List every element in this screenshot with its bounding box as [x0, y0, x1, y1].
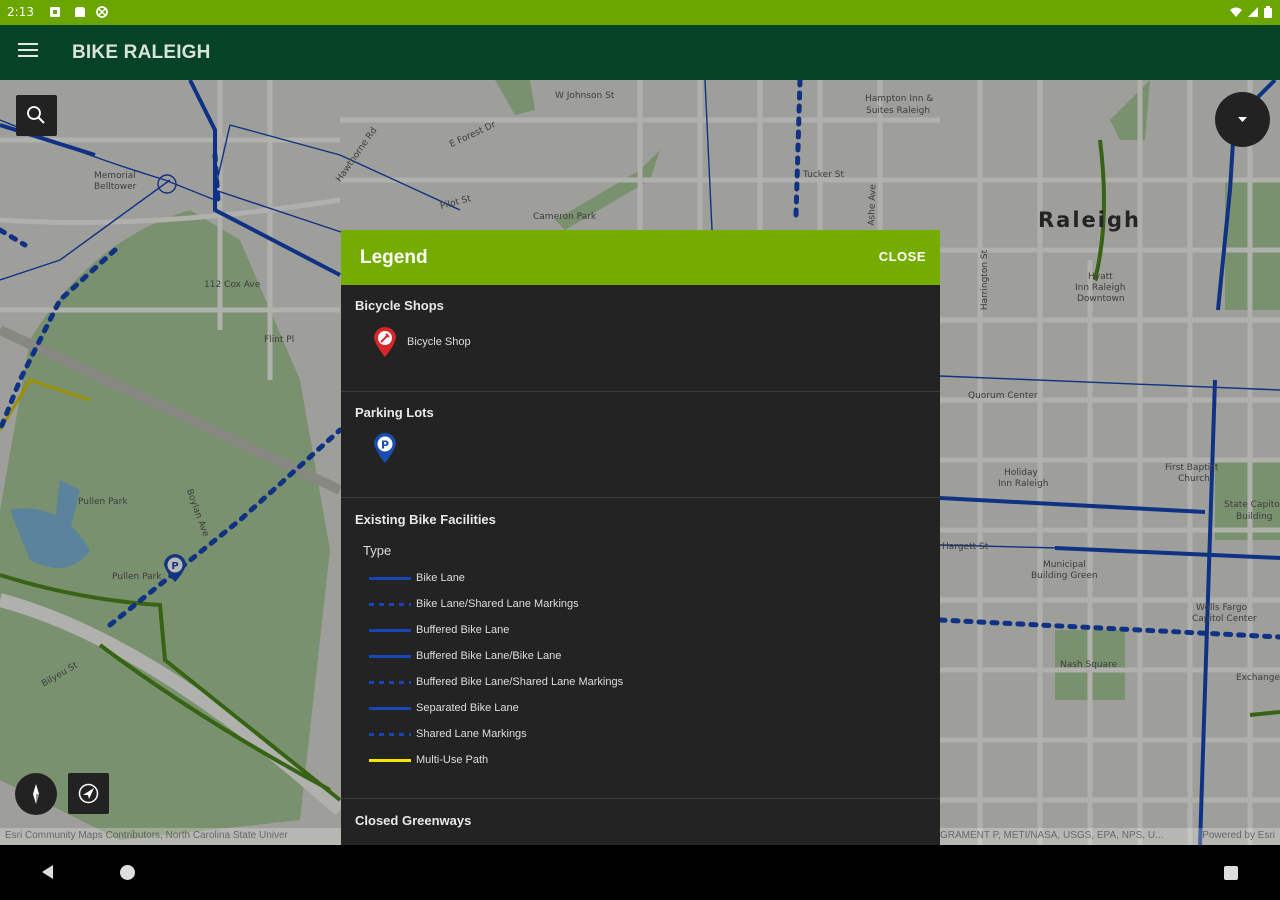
system-nav-bar	[0, 845, 1280, 900]
status-bar: 2:13	[0, 0, 1280, 25]
legend-item-label: Shared Lane Markings	[416, 728, 527, 740]
legend-item-label: Buffered Bike Lane/Shared Lane Markings	[416, 676, 624, 688]
locate-me-button[interactable]	[68, 773, 109, 814]
sync-disabled-icon	[96, 6, 108, 18]
legend-item-label: Bike Lane	[416, 572, 465, 584]
legend-section-closed-greenways: Closed Greenways	[341, 799, 940, 845]
line-swatch	[369, 733, 411, 736]
legend-section-existing-bike-facilities: Existing Bike Facilities Type Bike Lane …	[341, 498, 940, 799]
map-search-button[interactable]	[16, 95, 57, 136]
line-swatch	[369, 681, 411, 684]
line-swatch	[369, 759, 411, 762]
hamburger-menu-icon[interactable]	[18, 43, 38, 61]
wifi-icon	[1230, 7, 1242, 17]
legend-line-item: Buffered Bike Lane	[369, 624, 869, 638]
battery-icon	[1264, 6, 1272, 18]
legend-close-button[interactable]: CLOSE	[879, 249, 926, 264]
compass-button[interactable]	[15, 773, 57, 815]
section-heading: Bicycle Shops	[355, 298, 444, 313]
legend-line-item: Bike Lane/Shared Lane Markings	[369, 598, 869, 612]
svg-text:P: P	[381, 439, 389, 452]
app-bar: BIKE RALEIGH	[0, 25, 1280, 80]
legend-item-label: Multi-Use Path	[416, 754, 489, 766]
line-swatch	[369, 577, 411, 580]
legend-item-label: Bike Lane/Shared Lane Markings	[416, 598, 579, 610]
attribution-text: GRAMENT P, METI/NASA, USGS, EPA, NPS, U.…	[940, 830, 1164, 841]
section-heading: Closed Greenways	[355, 813, 472, 828]
legend-line-item: Multi-Use Path	[369, 754, 869, 768]
esri-attribution[interactable]: Powered by Esri	[1202, 830, 1275, 841]
recents-icon[interactable]	[1224, 866, 1238, 880]
legend-line-item: Buffered Bike Lane/Shared Lane Markings	[369, 676, 869, 690]
app-title: BIKE RALEIGH	[72, 42, 211, 63]
status-time: 2:13	[7, 5, 34, 19]
legend-item-label: Buffered Bike Lane	[416, 624, 510, 636]
legend-header: Legend CLOSE	[341, 230, 940, 285]
layers-dropdown-button[interactable]	[1215, 92, 1270, 147]
back-icon[interactable]	[40, 864, 56, 880]
home-icon[interactable]	[120, 865, 135, 880]
attribution-text: Esri Community Maps Contributors, North …	[5, 830, 288, 841]
legend-item-label: Bicycle Shop	[407, 336, 471, 348]
legend-line-item: Shared Lane Markings	[369, 728, 869, 742]
legend-line-item: Buffered Bike Lane/Bike Lane	[369, 650, 869, 664]
line-swatch	[369, 655, 411, 658]
line-swatch	[369, 629, 411, 632]
legend-line-item: Separated Bike Lane	[369, 702, 869, 716]
search-icon	[27, 106, 45, 124]
legend-title: Legend	[360, 247, 428, 268]
line-swatch	[369, 603, 411, 606]
section-heading: Parking Lots	[355, 405, 434, 420]
legend-section-parking-lots: Parking Lots P	[341, 392, 940, 498]
sd-card-icon	[75, 7, 85, 17]
navigation-icon	[78, 783, 99, 804]
bicycle-shop-pin-icon	[374, 327, 396, 357]
section-heading: Existing Bike Facilities	[355, 512, 496, 527]
legend-item-label: Buffered Bike Lane/Bike Lane	[416, 650, 562, 662]
parking-pin-icon: P	[374, 433, 396, 463]
chevron-down-icon	[1238, 117, 1247, 122]
legend-section-bicycle-shops: Bicycle Shops Bicycle Shop	[341, 285, 940, 392]
type-subheading: Type	[363, 543, 392, 558]
cell-signal-icon	[1248, 7, 1258, 17]
compass-icon	[33, 784, 39, 804]
legend-panel: Legend CLOSE Bicycle Shops Bicycle Shop …	[341, 230, 940, 845]
line-swatch	[369, 707, 411, 710]
notification-icon	[50, 7, 60, 17]
legend-item-label: Separated Bike Lane	[416, 702, 519, 714]
legend-line-item: Bike Lane	[369, 572, 869, 586]
